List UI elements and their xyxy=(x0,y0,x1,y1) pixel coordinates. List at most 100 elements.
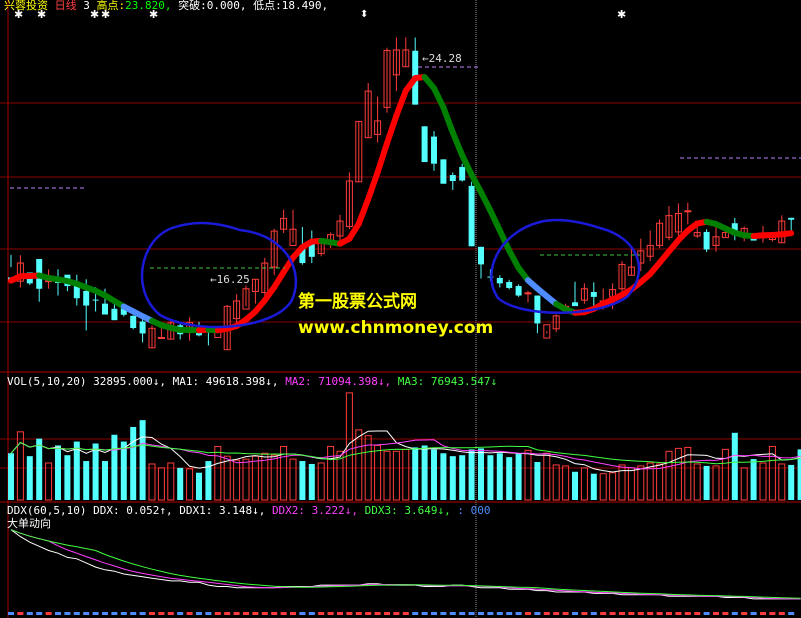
volume-bar xyxy=(36,438,43,500)
volume-bar xyxy=(543,452,551,501)
volume-bar xyxy=(327,445,335,501)
ddx-bar xyxy=(55,612,61,615)
ddx-bar xyxy=(543,612,550,615)
volume-bar xyxy=(233,459,241,501)
ddx-bar xyxy=(421,612,428,615)
volume-bar xyxy=(412,447,419,500)
volume-bar xyxy=(308,463,315,500)
trough-price-value: 16.25 xyxy=(216,273,250,286)
star-marker: ✱ xyxy=(101,8,111,21)
volume-bar xyxy=(26,456,33,500)
candle-body xyxy=(496,277,503,284)
volume-bar xyxy=(487,455,494,500)
ddx-bar xyxy=(130,612,137,615)
ddx-bar xyxy=(233,612,240,615)
volume-bar xyxy=(468,449,475,500)
candle-body xyxy=(459,166,466,181)
ddx-bar xyxy=(609,612,616,615)
star-marker: ✱ xyxy=(14,8,24,21)
volume-bar xyxy=(157,467,165,501)
ddx-bar xyxy=(590,612,597,615)
ddx-bar xyxy=(412,612,419,615)
ddx3-value: DDX3: 3.649↓, xyxy=(364,504,451,517)
volume-bar xyxy=(496,453,503,500)
volume-bar xyxy=(552,464,560,501)
ddx-bar xyxy=(17,612,24,615)
ma-ribbon-segment xyxy=(449,129,466,159)
volume-bar xyxy=(778,463,786,501)
ddx-bar xyxy=(374,612,381,615)
ddx-line xyxy=(10,529,801,600)
ddx-bar xyxy=(252,612,259,615)
ddx-bar xyxy=(769,612,776,615)
ma-ribbon-segment xyxy=(365,169,381,203)
ddx-bar xyxy=(459,612,466,615)
ddx-bar xyxy=(73,612,80,615)
ddx-bar xyxy=(534,612,541,615)
watermark-title: 第一股票公式网 xyxy=(298,292,417,312)
ddx-bar xyxy=(468,612,475,615)
volume-ma-line xyxy=(10,430,801,473)
ddx-bar xyxy=(572,612,578,615)
volume-bar xyxy=(674,447,682,501)
ddx-bar xyxy=(299,612,306,615)
volume-ma-line xyxy=(10,441,801,465)
star-marker: ✱ xyxy=(617,8,627,21)
ddx-bar xyxy=(36,612,43,615)
volume-bar xyxy=(45,462,53,501)
ddx-bar xyxy=(26,612,33,615)
main-panel-header: 兴蓉投资 日线 3 高点:23.820, 突破:0.000, 低点:18.490… xyxy=(4,0,328,12)
candle-body xyxy=(421,126,428,163)
ddx-bar xyxy=(478,612,484,615)
ddx-bar xyxy=(628,612,635,615)
ddx-bar xyxy=(496,612,503,615)
candle-body xyxy=(73,286,80,299)
count-label: 3 xyxy=(83,0,90,12)
volume-bar xyxy=(665,450,673,501)
trough-price-label: ←16.25 xyxy=(210,273,250,286)
volume-bar xyxy=(693,463,701,501)
ma-ribbon-segment xyxy=(478,189,494,214)
volume-bar xyxy=(524,449,532,501)
ddx-bar xyxy=(365,612,372,615)
candle-body xyxy=(590,292,597,297)
ddx-bar xyxy=(694,612,701,615)
ddx-bar xyxy=(83,612,90,615)
volume-bar xyxy=(64,455,71,500)
volume-bar xyxy=(177,467,184,500)
ddx-bar xyxy=(647,612,654,615)
ddx-bar xyxy=(120,612,127,615)
volume-bar xyxy=(703,465,710,500)
volume-bar xyxy=(167,462,175,501)
ddx-bar xyxy=(600,612,607,615)
ddx-bar xyxy=(177,612,184,615)
period-label: 日线 xyxy=(54,0,77,12)
vol-ma3: MA3: 76943.547↓ xyxy=(397,375,498,388)
ddx-bar xyxy=(440,612,447,615)
ddx-line xyxy=(10,529,801,600)
ddx-panel-header: DDX(60,5,10) DDX: 0.052↑, DDX1: 3.148↓, … xyxy=(7,505,491,517)
volume-bar xyxy=(355,429,363,501)
ddx-bar xyxy=(788,612,795,615)
ma-ribbon-segment xyxy=(355,196,372,227)
watermark-url: www.chnmoney.com xyxy=(298,318,494,338)
candle-body xyxy=(139,321,146,334)
ddx-bar xyxy=(92,612,99,615)
volume-bar xyxy=(120,441,127,500)
ddx-bar xyxy=(449,612,456,615)
volume-bar xyxy=(440,453,447,500)
ddx-bar xyxy=(355,612,362,615)
volume-bar xyxy=(317,462,325,501)
ddx-bar xyxy=(675,612,682,615)
candle-body xyxy=(524,292,532,295)
ddx-bar xyxy=(149,612,155,615)
ddx-bar xyxy=(196,612,202,615)
volume-bar xyxy=(55,445,61,500)
volume-bar xyxy=(299,461,306,500)
ddx1-value: DDX1: 3.148↓, xyxy=(179,504,266,517)
ddx-bar xyxy=(308,612,315,615)
ddx-bar xyxy=(318,612,325,615)
ddx-bar xyxy=(45,612,52,615)
ddx-bar xyxy=(722,612,729,615)
break-value: 0.000, xyxy=(206,0,247,12)
